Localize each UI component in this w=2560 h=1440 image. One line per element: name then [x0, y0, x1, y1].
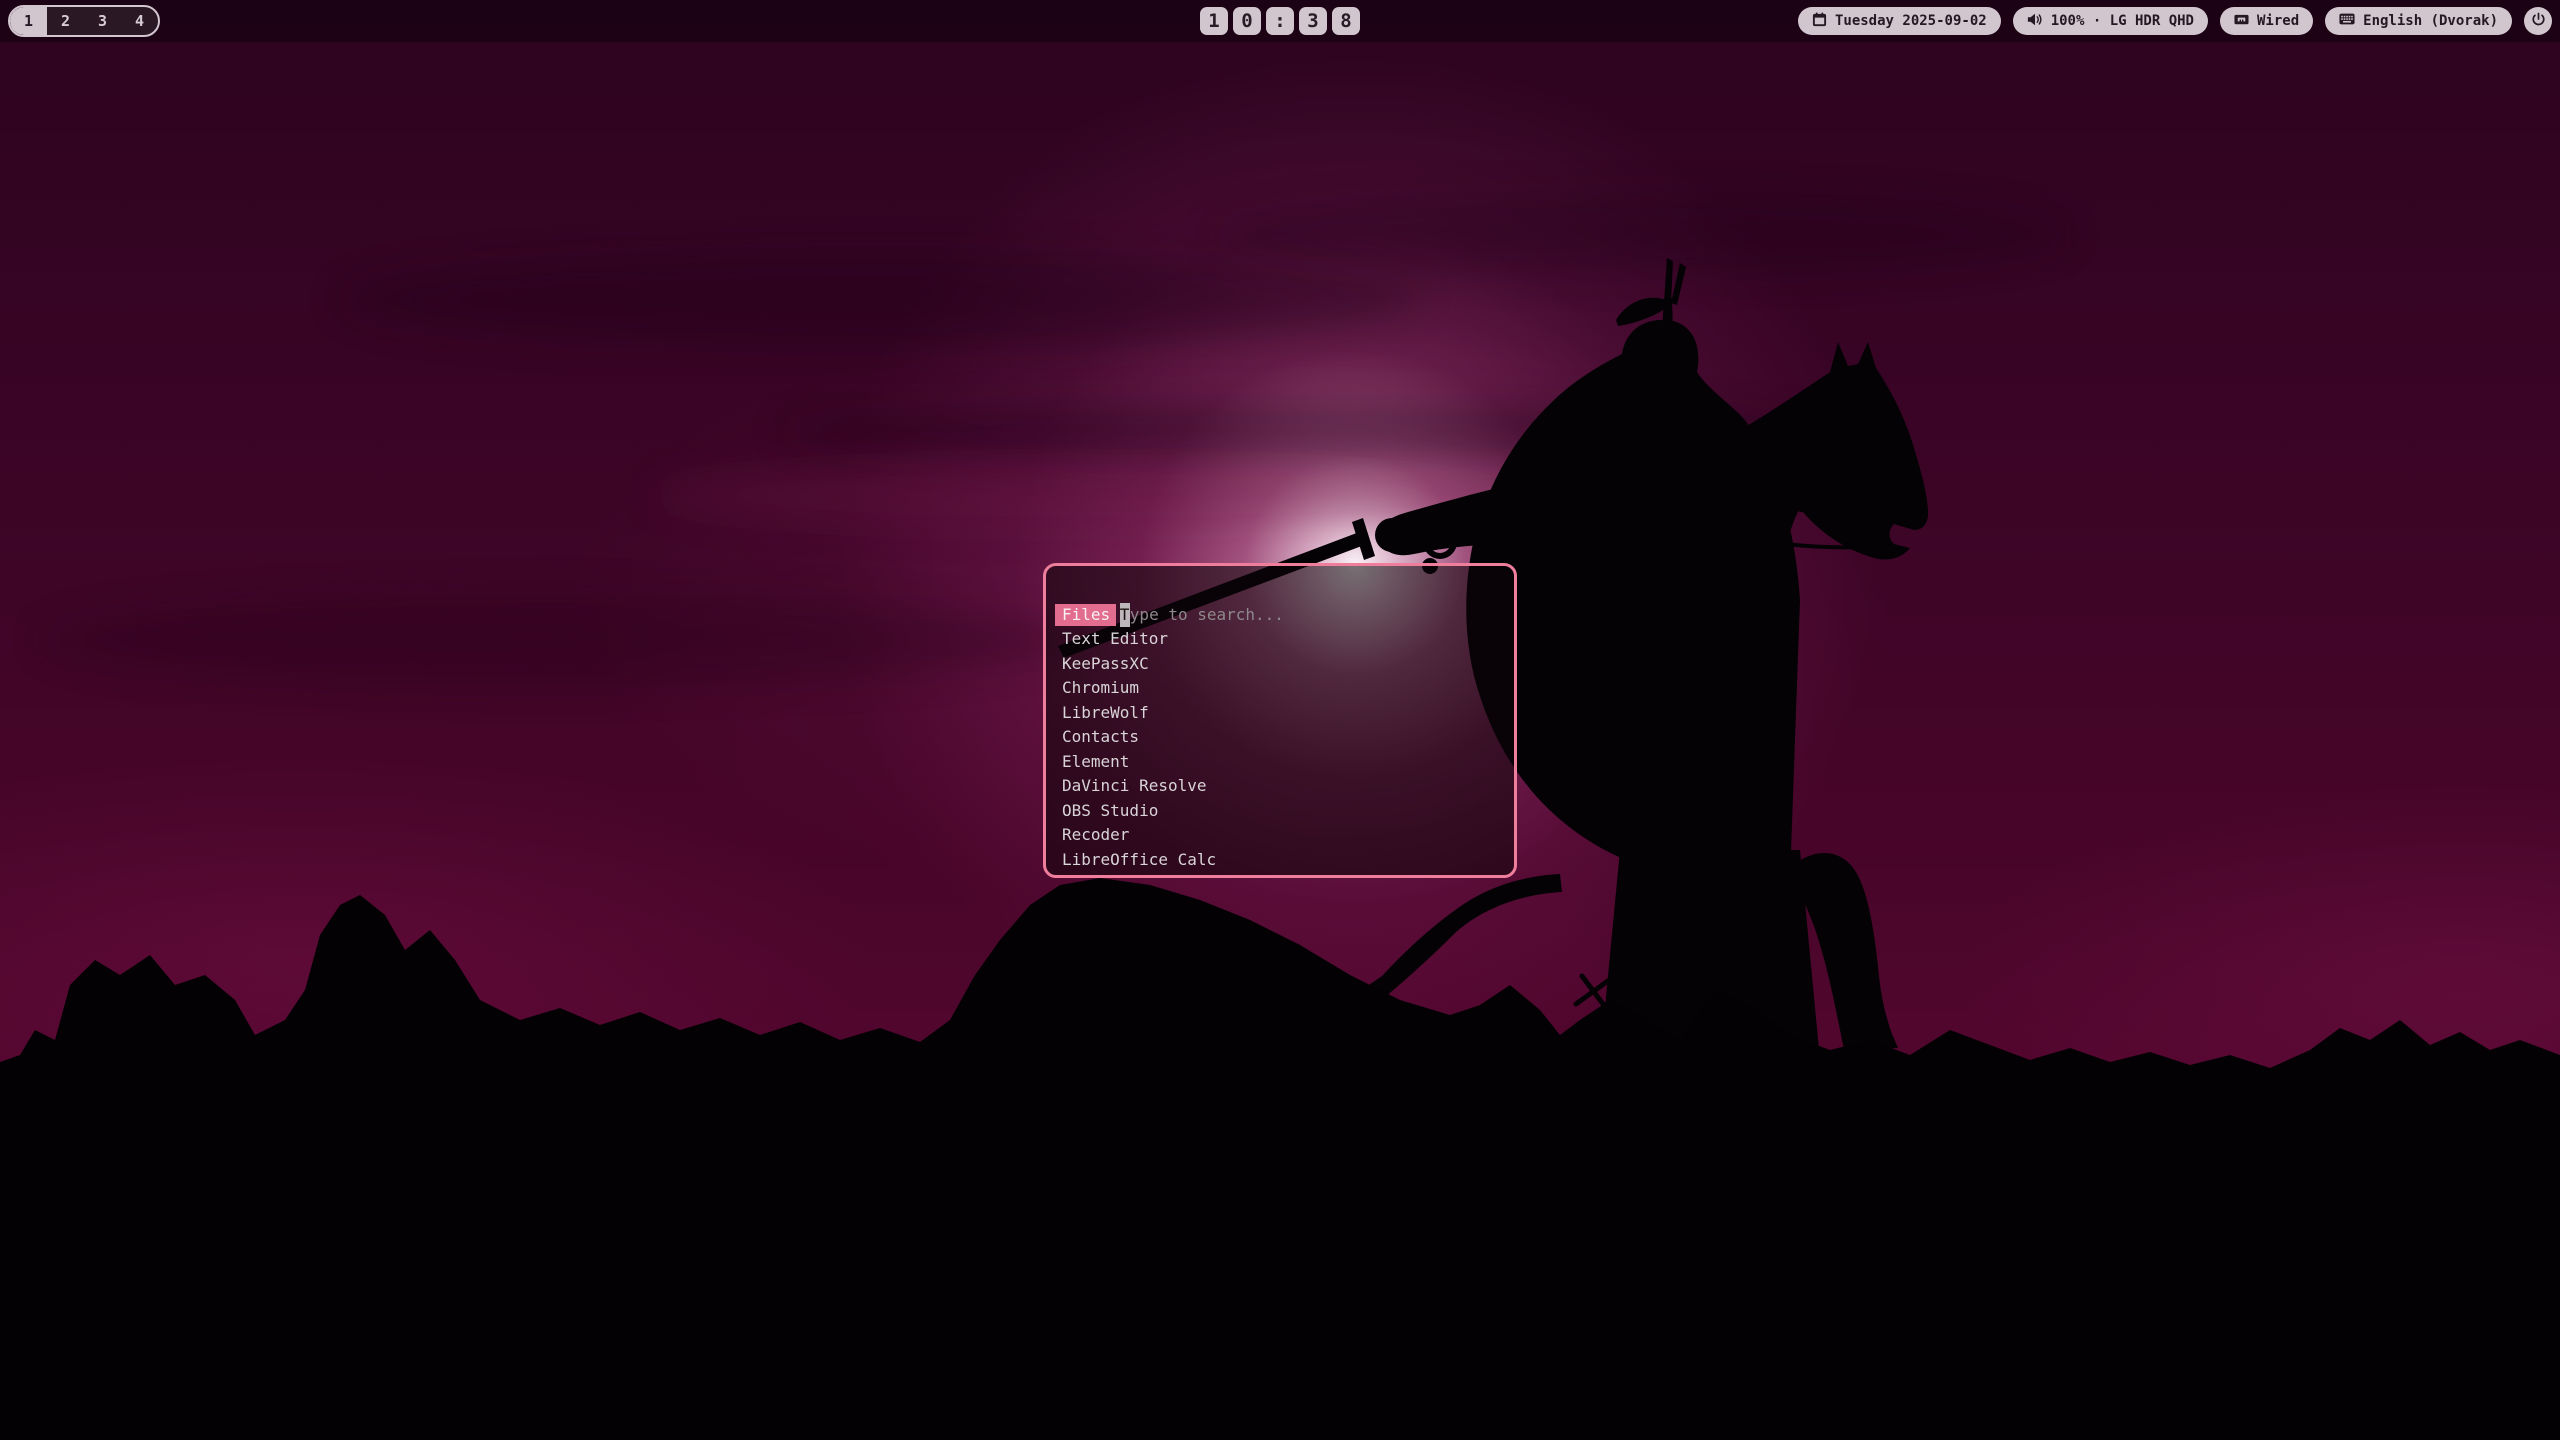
launcher-item[interactable]: LibreWolf — [1062, 701, 1504, 726]
launcher-item-label: Contacts — [1062, 727, 1139, 746]
text-cursor: T — [1120, 603, 1130, 628]
workspace-switcher[interactable]: 1234 — [8, 5, 160, 37]
ethernet-icon — [2234, 12, 2249, 31]
rider-fist — [1375, 518, 1409, 552]
launcher-item-label: LibreWolf — [1062, 703, 1149, 722]
launcher-item-label: OBS Studio — [1062, 801, 1158, 820]
workspace-button-3[interactable]: 3 — [84, 7, 121, 35]
launcher-item[interactable]: Chromium — [1062, 676, 1504, 701]
clock-digit: 0 — [1233, 7, 1261, 35]
ground-silhouette — [0, 878, 2560, 1440]
clock-digit: 3 — [1299, 7, 1327, 35]
power-button[interactable] — [2524, 7, 2552, 35]
launcher-item[interactable]: Contacts — [1062, 725, 1504, 750]
launcher-item[interactable]: Recoder — [1062, 823, 1504, 848]
volume-label: 100% · LG HDR QHD — [2051, 13, 2194, 29]
launcher-item-label: KeePassXC — [1062, 654, 1149, 673]
volume-pill[interactable]: 100% · LG HDR QHD — [2013, 7, 2208, 35]
speaker-icon — [2027, 12, 2043, 31]
app-launcher: Type to search... Files Text Editor KeePas… — [1043, 563, 1517, 878]
launcher-item[interactable]: LibreOffice Calc — [1062, 848, 1504, 873]
launcher-item[interactable]: KeePassXC — [1062, 652, 1504, 677]
keyboard-layout-pill[interactable]: English (Dvorak) — [2325, 7, 2512, 35]
calendar-icon — [1812, 12, 1827, 31]
workspace-button-1[interactable]: 1 — [10, 7, 47, 35]
workspace-button-2[interactable]: 2 — [47, 7, 84, 35]
clock-digit: : — [1266, 7, 1294, 35]
launcher-item-label: LibreOffice Calc — [1062, 850, 1216, 869]
keyboard-layout-label: English (Dvorak) — [2363, 13, 2498, 29]
clock-digit: 8 — [1332, 7, 1360, 35]
clock-digit: 1 — [1200, 7, 1228, 35]
launcher-item-label: Recoder — [1062, 825, 1129, 844]
launcher-item-label: Text Editor — [1062, 629, 1168, 648]
date-label: Tuesday 2025-09-02 — [1835, 13, 1987, 29]
power-icon — [2531, 12, 2546, 31]
launcher-item[interactable]: Element — [1062, 750, 1504, 775]
network-pill[interactable]: Wired — [2220, 7, 2313, 35]
keyboard-icon — [2339, 12, 2355, 30]
clock: 10:38 — [1200, 7, 1360, 35]
workspace-button-4[interactable]: 4 — [121, 7, 158, 35]
launcher-item-label: Element — [1062, 752, 1129, 771]
desktop: 1234 10:38 Tuesday 2025-09-02 100% · LG … — [0, 0, 2560, 1440]
launcher-item[interactable]: DaVinci Resolve — [1062, 774, 1504, 799]
launcher-item-label: Files — [1055, 604, 1116, 626]
network-label: Wired — [2257, 13, 2299, 29]
date-pill[interactable]: Tuesday 2025-09-02 — [1798, 7, 2001, 35]
launcher-results: FilesText EditorKeePassXCChromiumLibreWo… — [1062, 603, 1504, 873]
system-tray: Tuesday 2025-09-02 100% · LG HDR QHD Wir… — [1798, 7, 2552, 35]
launcher-item[interactable]: Text Editor — [1062, 627, 1504, 652]
launcher-item-label: Chromium — [1062, 678, 1139, 697]
search-placeholder: ype to search... — [1130, 605, 1284, 624]
launcher-item-label: DaVinci Resolve — [1062, 776, 1207, 795]
launcher-item[interactable]: OBS Studio — [1062, 799, 1504, 824]
search-input[interactable]: Type to search... — [1062, 578, 1504, 603]
top-bar: 1234 10:38 Tuesday 2025-09-02 100% · LG … — [0, 0, 2560, 42]
